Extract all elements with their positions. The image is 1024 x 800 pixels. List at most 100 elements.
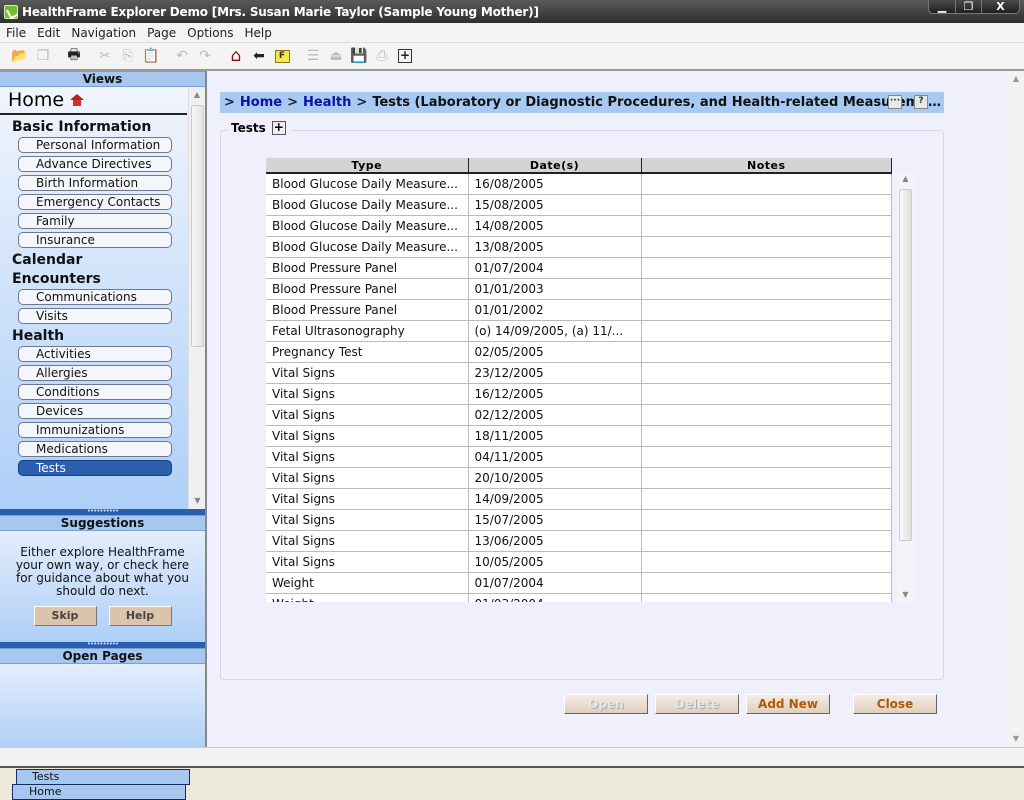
copy-icon[interactable]: ⎘ [118, 46, 138, 66]
table-row[interactable]: Vital Signs 16/12/2005 [266, 383, 892, 405]
title-bar: HealthFrame Explorer Demo [Mrs. Susan Ma… [0, 0, 1024, 23]
scroll-thumb[interactable] [191, 105, 204, 347]
scroll-down-icon[interactable]: ▼ [1008, 731, 1024, 747]
save-as-icon[interactable]: ⎙ [372, 46, 392, 66]
home-icon[interactable]: ⌂ [226, 46, 246, 66]
help-button[interactable]: Help [108, 606, 172, 626]
page-help-button[interactable]: ? [914, 95, 928, 109]
save-icon[interactable]: 💾 [349, 46, 369, 66]
sidebar-item-communications[interactable]: Communications [18, 289, 172, 305]
sidebar-item-conditions[interactable]: Conditions [18, 384, 172, 400]
expand-plus-icon: + [398, 48, 412, 63]
sidebar-item-visits[interactable]: Visits [18, 308, 172, 324]
sidebar-item-medications[interactable]: Medications [18, 441, 172, 457]
scroll-thumb[interactable] [899, 189, 912, 541]
sidebar-item-advance-directives[interactable]: Advance Directives [18, 156, 172, 172]
suggestions-text[interactable]: Either explore HealthFrame your own way,… [0, 531, 205, 598]
scroll-up-icon[interactable]: ▲ [1008, 71, 1024, 87]
table-row[interactable]: Weight 01/07/2004 [266, 572, 892, 594]
column-header-dates[interactable]: Date(s) [468, 158, 642, 174]
table-row[interactable]: Vital Signs 23/12/2005 [266, 362, 892, 384]
table-row[interactable]: Vital Signs 04/11/2005 [266, 446, 892, 468]
sidebar-item-tests[interactable]: Tests [18, 460, 172, 476]
back-arrow-icon[interactable]: ⬅ [249, 46, 269, 66]
sidebar-item-devices[interactable]: Devices [18, 403, 172, 419]
section-encounters[interactable]: Encounters [0, 270, 205, 289]
table-row[interactable]: Vital Signs 14/09/2005 [266, 488, 892, 510]
table-row[interactable]: Vital Signs 02/12/2005 [266, 404, 892, 426]
sidebar-item-insurance[interactable]: Insurance [18, 232, 172, 248]
menu-options[interactable]: Options [181, 26, 238, 40]
add-test-plus-icon[interactable]: + [271, 121, 286, 135]
table-row[interactable]: Vital Signs 18/11/2005 [266, 425, 892, 447]
move-up-icon[interactable]: ⏏ [326, 46, 346, 66]
sidebar-item-family[interactable]: Family [18, 213, 172, 229]
table-row[interactable]: Blood Pressure Panel 01/07/2004 [266, 257, 892, 279]
open-page-tab-tests[interactable]: Tests [16, 769, 190, 785]
section-health[interactable]: Health [0, 327, 205, 346]
cut-icon[interactable]: ✂ [95, 46, 115, 66]
table-row[interactable]: Blood Pressure Panel 01/01/2003 [266, 278, 892, 300]
sidebar-item-allergies[interactable]: Allergies [18, 365, 172, 381]
scroll-down-icon[interactable]: ▼ [897, 587, 914, 603]
skip-button[interactable]: Skip [33, 606, 97, 626]
print-icon[interactable]: 🖶 [64, 46, 84, 66]
open-folder-icon[interactable]: 📂 [10, 46, 30, 66]
main-scrollbar[interactable]: ▲ ▼ [1008, 71, 1024, 747]
breadcrumb-home-link[interactable]: Home [240, 95, 282, 110]
copy-pages-icon[interactable]: ❐ [33, 46, 53, 66]
dates-cell: 02/12/2005 [468, 404, 642, 426]
sidebar-item-activities[interactable]: Activities [18, 346, 172, 362]
delete-button[interactable]: Delete [655, 694, 739, 714]
views-scrollbar[interactable]: ▲ ▼ [188, 87, 205, 509]
table-row[interactable]: Weight01/03/2004 [266, 593, 892, 602]
table-row[interactable]: Vital Signs 15/07/2005 [266, 509, 892, 531]
table-row[interactable]: Vital Signs 10/05/2005 [266, 551, 892, 573]
section-calendar[interactable]: Calendar [0, 251, 205, 270]
table-row[interactable]: Vital Signs 13/06/2005 [266, 530, 892, 552]
move-down-icon[interactable]: ☰ [303, 46, 323, 66]
menu-help[interactable]: Help [238, 26, 276, 40]
table-row[interactable]: Blood Glucose Daily Measure... 15/08/2005 [266, 194, 892, 216]
scroll-up-icon[interactable]: ▲ [897, 171, 914, 187]
scroll-up-icon[interactable]: ▲ [189, 87, 205, 103]
type-cell: Blood Pressure Panel [266, 299, 469, 321]
table-row[interactable]: Vital Signs 20/10/2005 [266, 467, 892, 489]
sidebar-item-emergency-contacts[interactable]: Emergency Contacts [18, 194, 172, 210]
dates-cell: 13/06/2005 [468, 530, 642, 552]
sidebar-item-immunizations[interactable]: Immunizations [18, 422, 172, 438]
table-row[interactable]: Blood Pressure Panel 01/01/2002 [266, 299, 892, 321]
column-header-notes[interactable]: Notes [641, 158, 892, 174]
open-page-tab-home[interactable]: Home [12, 784, 186, 800]
section-basic-information[interactable]: Basic Information [0, 118, 205, 137]
home-link[interactable]: Home [0, 87, 187, 115]
menu-edit[interactable]: Edit [31, 26, 65, 40]
close-window-button[interactable]: X [981, 0, 1019, 13]
table-row[interactable]: Pregnancy Test 02/05/2005 [266, 341, 892, 363]
sidebar-item-birth-information[interactable]: Birth Information [18, 175, 172, 191]
scroll-down-icon[interactable]: ▼ [189, 493, 206, 509]
table-row[interactable]: Fetal Ultrasonography (o) 14/09/2005, (a)… [266, 320, 892, 342]
menu-page[interactable]: Page [141, 26, 181, 40]
redo-icon[interactable]: ↷ [195, 46, 215, 66]
notes-cell [641, 572, 892, 594]
minimize-button[interactable]: ▁ [929, 0, 955, 13]
paste-icon[interactable]: 📋 [141, 46, 161, 66]
restore-button[interactable]: ❐ [955, 0, 981, 13]
table-row[interactable]: Blood Glucose Daily Measure... 16/08/2005 [266, 173, 892, 195]
menu-file[interactable]: File [0, 26, 31, 40]
table-scrollbar[interactable]: ▲ ▼ [897, 171, 914, 603]
more-options-button[interactable]: ··· [888, 95, 902, 109]
folder-f-button[interactable]: F [272, 46, 292, 66]
add-new-button[interactable]: Add New [746, 694, 830, 714]
column-header-type[interactable]: Type [266, 158, 469, 174]
table-row[interactable]: Blood Glucose Daily Measure... 13/08/2005 [266, 236, 892, 258]
close-button[interactable]: Close [853, 694, 937, 714]
sidebar-item-personal-information[interactable]: Personal Information [18, 137, 172, 153]
undo-icon[interactable]: ↶ [172, 46, 192, 66]
expand-plus-button[interactable]: + [395, 46, 415, 66]
table-row[interactable]: Blood Glucose Daily Measure... 14/08/2005 [266, 215, 892, 237]
menu-navigation[interactable]: Navigation [65, 26, 141, 40]
open-button[interactable]: Open [564, 694, 648, 714]
breadcrumb-health-link[interactable]: Health [303, 95, 351, 110]
